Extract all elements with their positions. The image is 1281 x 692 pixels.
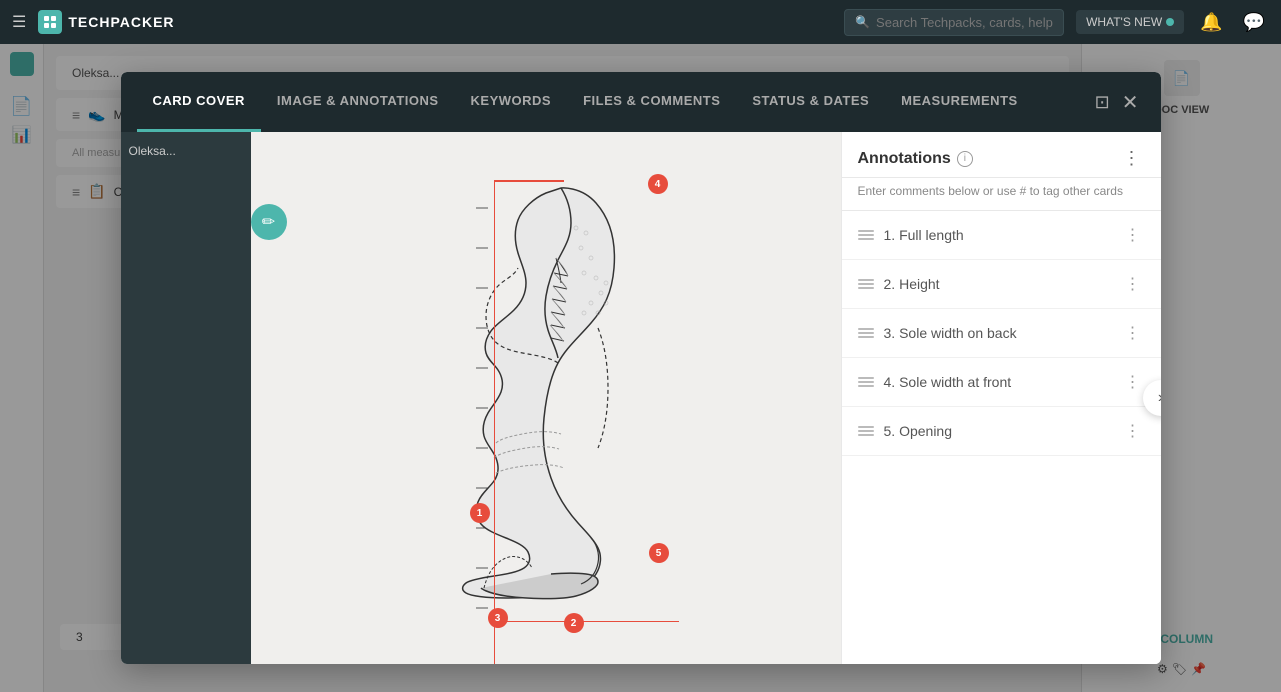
whats-new-label: WHAT'S NEW	[1086, 15, 1162, 29]
bell-icon[interactable]: 🔔	[1196, 8, 1226, 37]
drag-line	[858, 287, 874, 289]
annotation-dot-2[interactable]: 2	[564, 613, 584, 633]
drag-line	[858, 426, 874, 428]
annotation-more-4[interactable]: ⋮	[1121, 370, 1145, 394]
search-icon: 🔍	[855, 15, 870, 29]
annotations-title: Annotations	[858, 150, 951, 168]
drag-handle-4	[858, 377, 874, 387]
navbar: ☰ TECHPACKER 🔍 WHAT'S NEW 🔔 💬	[0, 0, 1281, 44]
annotation-label-4: 4. Sole width at front	[884, 374, 1121, 390]
annotations-header: Annotations i ⋮	[842, 132, 1161, 178]
drag-handle-3	[858, 328, 874, 338]
modal-breadcrumb: Oleksa...	[129, 144, 176, 158]
annotation-more-1[interactable]: ⋮	[1121, 223, 1145, 247]
drag-line	[858, 230, 874, 232]
annotation-dot-1[interactable]: 1	[470, 503, 490, 523]
annotations-subtitle: Enter comments below or use # to tag oth…	[842, 178, 1161, 211]
modal-body: ✏ Oleksa...	[121, 132, 1161, 664]
modal-right-panel: Annotations i ⋮ Enter comments below or …	[841, 132, 1161, 664]
annotation-label-2: 2. Height	[884, 276, 1121, 292]
annotation-label-3: 3. Sole width on back	[884, 325, 1121, 341]
modal-left-panel: Oleksa...	[121, 132, 251, 664]
annotation-label-1: 1. Full length	[884, 227, 1121, 243]
tab-status-dates[interactable]: STATUS & DATES	[736, 72, 885, 132]
drag-line	[858, 377, 874, 379]
drag-line	[858, 434, 874, 436]
shoe-svg	[406, 148, 686, 648]
drag-line	[858, 430, 874, 432]
drag-line	[858, 381, 874, 383]
whats-new-button[interactable]: WHAT'S NEW	[1076, 10, 1184, 34]
drag-line	[858, 336, 874, 338]
drag-line	[858, 238, 874, 240]
annotation-item-1[interactable]: 1. Full length ⋮	[842, 211, 1161, 260]
drag-line	[858, 283, 874, 285]
drag-handle-2	[858, 279, 874, 289]
drag-line	[858, 279, 874, 281]
modal: CARD COVER IMAGE & ANNOTATIONS KEYWORDS …	[121, 72, 1161, 664]
annotation-item-5[interactable]: 5. Opening ⋮	[842, 407, 1161, 456]
annotation-label-5: 5. Opening	[884, 423, 1121, 439]
annotation-more-2[interactable]: ⋮	[1121, 272, 1145, 296]
drag-line	[858, 328, 874, 330]
drag-handle-1	[858, 230, 874, 240]
tab-keywords[interactable]: KEYWORDS	[455, 72, 568, 132]
edit-area: ✏	[251, 204, 287, 240]
modal-image-panel: 1 2 3 4 5	[251, 132, 841, 664]
annotation-item-4[interactable]: 4. Sole width at front ⋮	[842, 358, 1161, 407]
search-box[interactable]: 🔍	[844, 9, 1064, 36]
annotation-item-2[interactable]: 2. Height ⋮	[842, 260, 1161, 309]
drag-line	[858, 385, 874, 387]
info-icon[interactable]: i	[957, 151, 973, 167]
annotation-dot-5[interactable]: 5	[649, 543, 669, 563]
tab-image-annotations[interactable]: IMAGE & ANNOTATIONS	[261, 72, 455, 132]
chat-icon[interactable]: 💬	[1239, 8, 1269, 37]
annotation-more-5[interactable]: ⋮	[1121, 419, 1145, 443]
drag-handle-5	[858, 426, 874, 436]
modal-screen-icon[interactable]: ⊡	[1089, 88, 1116, 117]
drag-line	[858, 332, 874, 334]
annotation-dot-4[interactable]: 4	[648, 174, 668, 194]
notification-dot	[1166, 18, 1174, 26]
annotation-dot-3[interactable]: 3	[488, 608, 508, 628]
logo: TECHPACKER	[38, 10, 174, 34]
tab-card-cover[interactable]: CARD COVER	[137, 72, 261, 132]
annotations-more-button[interactable]: ⋮	[1119, 146, 1145, 171]
menu-icon[interactable]: ☰	[12, 12, 26, 32]
drag-line	[858, 234, 874, 236]
edit-pencil-button[interactable]: ✏	[251, 204, 287, 240]
annotation-item-3[interactable]: 3. Sole width on back ⋮	[842, 309, 1161, 358]
search-input[interactable]	[876, 15, 1053, 30]
modal-close-button[interactable]: ✕	[1116, 86, 1145, 119]
tab-measurements[interactable]: MEASUREMENTS	[885, 72, 1034, 132]
logo-text: TECHPACKER	[68, 14, 174, 30]
annotation-more-3[interactable]: ⋮	[1121, 321, 1145, 345]
tab-files-comments[interactable]: FILES & COMMENTS	[567, 72, 736, 132]
modal-overlay: CARD COVER IMAGE & ANNOTATIONS KEYWORDS …	[0, 44, 1281, 692]
shoe-sketch: 1 2 3 4 5	[406, 148, 686, 648]
logo-icon	[38, 10, 62, 34]
annotation-list: 1. Full length ⋮ 2. Height	[842, 211, 1161, 664]
modal-tab-bar: CARD COVER IMAGE & ANNOTATIONS KEYWORDS …	[121, 72, 1161, 132]
